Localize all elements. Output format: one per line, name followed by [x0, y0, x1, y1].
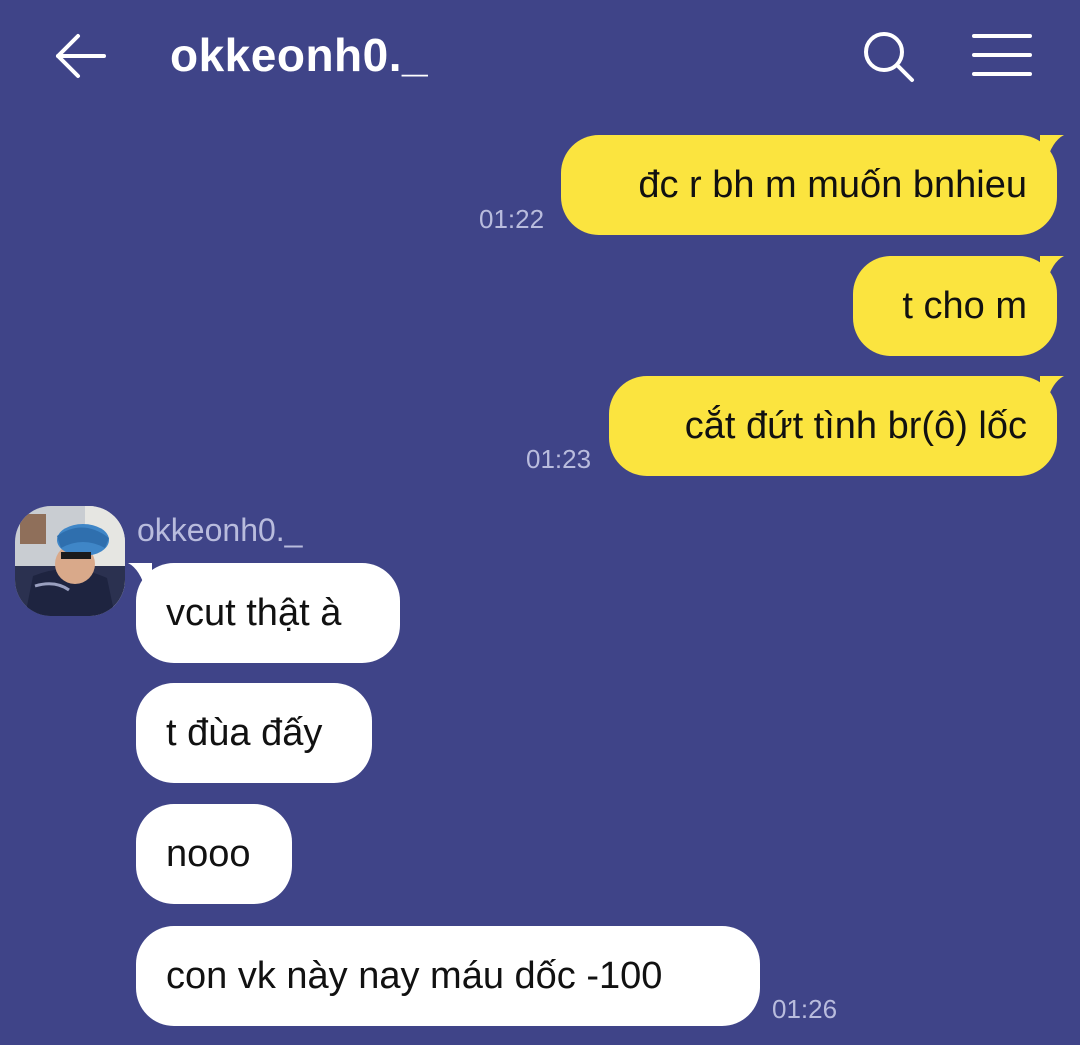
incoming-message[interactable]: con vk này nay máu dốc -100 [136, 926, 760, 1026]
outgoing-message[interactable]: cắt đứt tình br(ô) lốc [609, 376, 1057, 476]
message-timestamp: 01:23 [526, 444, 592, 474]
incoming-message[interactable]: nooo [136, 804, 292, 904]
profile-photo-icon [15, 506, 125, 616]
chat-header: okkeonh0._ [0, 0, 1080, 115]
search-icon [864, 32, 914, 82]
outgoing-message[interactable]: đc r bh m muốn bnhieu [561, 135, 1057, 235]
arrow-left-icon [56, 34, 106, 78]
hamburger-menu-icon [972, 34, 1032, 76]
search-button[interactable] [860, 28, 918, 86]
bubble-tail [1040, 256, 1064, 284]
incoming-message[interactable]: vcut thật à [136, 563, 400, 663]
message-timestamp: 01:26 [772, 994, 838, 1024]
incoming-message[interactable]: t đùa đấy [136, 683, 372, 783]
bubble-tail [1040, 135, 1064, 163]
menu-button[interactable] [970, 30, 1034, 80]
outgoing-message[interactable]: t cho m [853, 256, 1057, 356]
chat-title: okkeonh0._ [170, 29, 429, 81]
sender-name: okkeonh0._ [137, 512, 303, 548]
back-button[interactable] [50, 30, 110, 82]
avatar[interactable] [15, 506, 125, 616]
bubble-tail [1040, 376, 1064, 404]
message-timestamp: 01:22 [479, 204, 545, 234]
